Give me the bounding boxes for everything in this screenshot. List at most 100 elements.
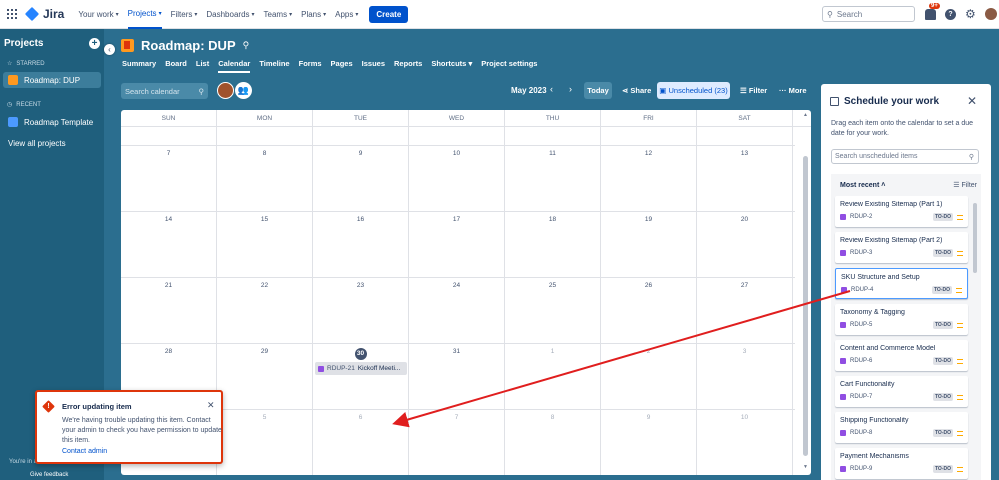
calendar-day-cell[interactable]: 26: [601, 278, 697, 343]
calendar-day-cell[interactable]: [217, 127, 313, 145]
sort-dropdown[interactable]: Most recent ˄: [840, 182, 885, 189]
calendar-day-cell[interactable]: 22: [217, 278, 313, 343]
sidebar-item-roadmap-template[interactable]: Roadmap Template: [3, 114, 101, 130]
team-avatar-icon[interactable]: 👥: [235, 82, 252, 99]
tab-summary[interactable]: Summary: [122, 59, 156, 73]
calendar-day-cell[interactable]: 13: [697, 146, 793, 211]
calendar-day-cell-today[interactable]: 30 RDUP-21 Kickoff Meeti...: [313, 344, 409, 409]
calendar-day-cell[interactable]: 11: [505, 146, 601, 211]
calendar-day-cell[interactable]: 20: [697, 212, 793, 277]
nav-your-work[interactable]: Your work ▾: [78, 0, 118, 29]
global-search-input[interactable]: ⚲ Search: [822, 6, 915, 22]
close-icon[interactable]: ✕: [967, 94, 977, 108]
tab-forms[interactable]: Forms: [299, 59, 322, 73]
next-month-chevron-icon[interactable]: ›: [569, 84, 572, 94]
list-item[interactable]: Payment Mechanisms RDUP-9 TO-DO: [835, 448, 968, 479]
calendar-day-cell[interactable]: 24: [409, 278, 505, 343]
calendar-day-cell[interactable]: 8: [217, 146, 313, 211]
tab-timeline[interactable]: Timeline: [259, 59, 289, 73]
calendar-scrollbar[interactable]: ▲ ▼: [802, 110, 809, 475]
nav-filters[interactable]: Filters ▾: [171, 0, 198, 29]
pin-icon[interactable]: ⚲: [243, 40, 250, 51]
nav-projects[interactable]: Projects ▾: [127, 0, 162, 29]
contact-admin-link[interactable]: Contact admin: [62, 448, 107, 455]
close-icon[interactable]: ✕: [207, 400, 215, 411]
unscheduled-button[interactable]: ▣ Unscheduled (23): [657, 82, 730, 99]
calendar-search-input[interactable]: Search calendar ⚲: [121, 83, 208, 99]
app-switcher-icon[interactable]: [7, 9, 17, 19]
create-button[interactable]: Create: [369, 5, 409, 23]
calendar-day-cell[interactable]: 10: [697, 410, 793, 475]
calendar-day-cell[interactable]: 9: [601, 410, 697, 475]
calendar-day-cell[interactable]: 5: [217, 410, 313, 475]
calendar-day-cell[interactable]: 29: [217, 344, 313, 409]
sidebar-item-roadmap-dup[interactable]: Roadmap: DUP: [3, 72, 101, 88]
list-item[interactable]: Content and Commerce Model RDUP-6 TO-DO: [835, 340, 968, 371]
list-item[interactable]: Taxonomy & Tagging RDUP-5 TO-DO: [835, 304, 968, 335]
list-item[interactable]: Cart Functionality RDUP-7 TO-DO: [835, 376, 968, 407]
filter-button[interactable]: ☰ Filter: [740, 86, 767, 95]
scroll-down-icon[interactable]: ▼: [803, 464, 808, 470]
calendar-day-cell[interactable]: 23: [313, 278, 409, 343]
list-item[interactable]: Shipping Functionality RDUP-8 TO-DO: [835, 412, 968, 443]
calendar-day-cell[interactable]: [409, 127, 505, 145]
avatar[interactable]: [217, 82, 234, 99]
list-item[interactable]: SKU Structure and Setup RDUP-4 TO-DO: [835, 268, 968, 299]
gear-icon[interactable]: ⚙: [965, 8, 976, 20]
share-button[interactable]: ⋖ Share: [622, 86, 651, 95]
user-avatar[interactable]: [985, 8, 997, 20]
previous-month-chevron-icon[interactable]: ‹: [550, 84, 553, 94]
nav-teams[interactable]: Teams ▾: [264, 0, 293, 29]
calendar-day-cell[interactable]: 12: [601, 146, 697, 211]
tab-reports[interactable]: Reports: [394, 59, 422, 73]
calendar-day-cell[interactable]: 17: [409, 212, 505, 277]
scrollbar-thumb[interactable]: [973, 203, 977, 273]
tab-project-settings[interactable]: Project settings: [481, 59, 537, 73]
calendar-day-cell[interactable]: 3: [697, 344, 793, 409]
calendar-day-cell[interactable]: 21: [121, 278, 217, 343]
calendar-day-cell[interactable]: 18: [505, 212, 601, 277]
tab-pages[interactable]: Pages: [331, 59, 353, 73]
list-scrollbar[interactable]: [972, 196, 978, 480]
tab-list[interactable]: List: [196, 59, 209, 73]
calendar-event[interactable]: RDUP-21 Kickoff Meeti...: [315, 362, 407, 375]
give-feedback-link[interactable]: Give feedback: [30, 472, 68, 478]
view-all-projects-link[interactable]: View all projects: [8, 139, 66, 148]
calendar-day-cell[interactable]: 31: [409, 344, 505, 409]
calendar-day-cell[interactable]: 16: [313, 212, 409, 277]
calendar-day-cell[interactable]: 8: [505, 410, 601, 475]
calendar-day-cell[interactable]: 1: [505, 344, 601, 409]
unscheduled-search-input[interactable]: Search unscheduled items ⚲: [831, 149, 979, 164]
tab-board[interactable]: Board: [165, 59, 187, 73]
calendar-day-cell[interactable]: 14: [121, 212, 217, 277]
notifications-bell-icon[interactable]: 9+: [925, 2, 940, 20]
scrollbar-thumb[interactable]: [803, 156, 808, 456]
list-item[interactable]: Review Existing Sitemap (Part 1) RDUP-2 T…: [835, 196, 968, 227]
tab-calendar[interactable]: Calendar: [218, 59, 251, 73]
add-project-button[interactable]: +: [89, 38, 100, 49]
calendar-day-cell[interactable]: 27: [697, 278, 793, 343]
calendar-day-cell[interactable]: 7: [409, 410, 505, 475]
nav-dashboards[interactable]: Dashboards ▾: [206, 0, 254, 29]
jira-logo[interactable]: Jira: [24, 6, 64, 22]
nav-plans[interactable]: Plans ▾: [301, 0, 326, 29]
calendar-day-cell[interactable]: 15: [217, 212, 313, 277]
calendar-day-cell[interactable]: [601, 127, 697, 145]
calendar-day-cell[interactable]: 19: [601, 212, 697, 277]
more-button[interactable]: ··· More: [779, 86, 807, 95]
calendar-day-cell[interactable]: 7: [121, 146, 217, 211]
calendar-day-cell[interactable]: 25: [505, 278, 601, 343]
calendar-day-cell[interactable]: 9: [313, 146, 409, 211]
calendar-day-cell[interactable]: [697, 127, 793, 145]
calendar-day-cell[interactable]: 2: [601, 344, 697, 409]
calendar-day-cell[interactable]: 10: [409, 146, 505, 211]
tab-issues[interactable]: Issues: [362, 59, 385, 73]
nav-apps[interactable]: Apps ▾: [335, 0, 358, 29]
calendar-day-cell[interactable]: [313, 127, 409, 145]
calendar-day-cell[interactable]: 6: [313, 410, 409, 475]
list-item[interactable]: Review Existing Sitemap (Part 2) RDUP-3 T…: [835, 232, 968, 263]
today-button[interactable]: Today: [584, 82, 612, 99]
tab-shortcuts[interactable]: Shortcuts ▾: [431, 59, 472, 73]
calendar-day-cell[interactable]: [505, 127, 601, 145]
collapse-sidebar-button[interactable]: ‹: [104, 44, 115, 55]
